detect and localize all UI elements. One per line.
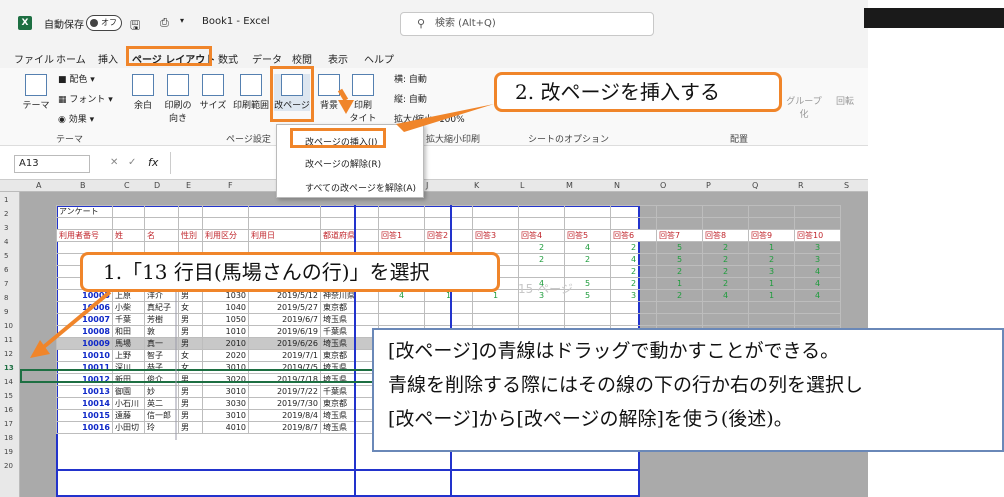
explanation-note: [改ページ]の青線はドラッグで動かすことができる。 青線を削除する際にはその線の… [372,328,1004,452]
breaks-down-arrowhead [338,100,354,114]
breaks-down-arrow [337,88,349,102]
step1-pointer-line [38,290,112,352]
step2-pointer [396,104,494,132]
note-line-2: 青線を削除する際にはその線の下の行か右の列を選択し [388,374,864,396]
note-line-3: [改ページ]から[改ページの解除]を使う(後述)。 [388,408,793,430]
note-line-1: [改ページ]の青線はドラッグで動かすことができる。 [388,340,840,362]
